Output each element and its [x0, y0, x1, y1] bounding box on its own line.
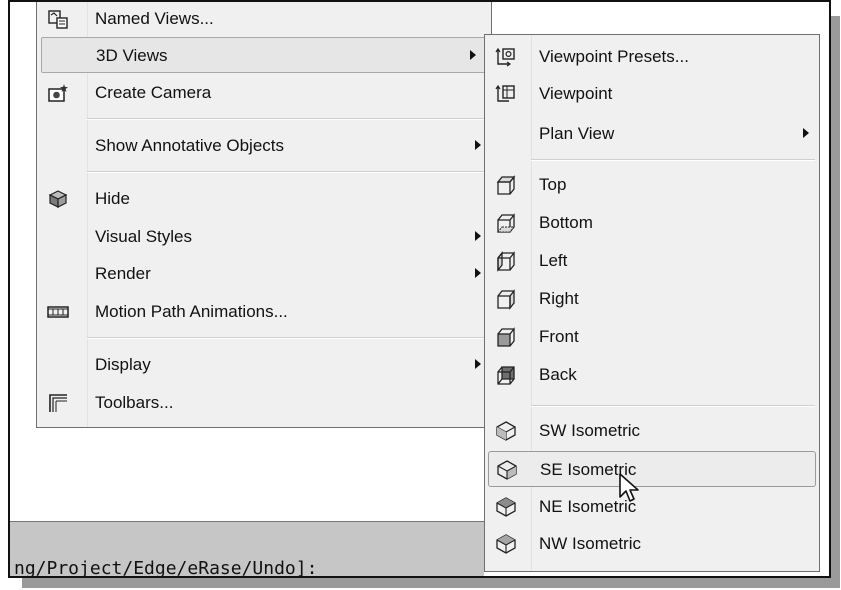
view-menu: Named Views... 3D Views Create Camera Sh… — [36, 2, 492, 428]
cube-right-icon — [497, 289, 515, 310]
menu-item-show-annotative-objects[interactable]: Show Annotative Objects — [37, 128, 491, 164]
menu-item-motion-path-animations[interactable]: Motion Path Animations... — [37, 294, 491, 330]
cube-top-icon — [496, 175, 516, 195]
menu-item-ne-isometric[interactable]: NE Isometric — [485, 489, 819, 525]
isometric-ne-icon — [496, 497, 516, 517]
submenu-arrow-icon — [475, 140, 481, 150]
menu-item-viewpoint[interactable]: Viewpoint — [485, 76, 819, 112]
isometric-sw-icon — [496, 421, 516, 441]
3d-views-submenu: Viewpoint Presets... Viewpoint Plan View… — [484, 34, 820, 572]
isometric-se-icon — [497, 460, 517, 480]
command-line-text: ng/Project/Edge/eRase/Undo]: — [14, 558, 318, 578]
submenu-arrow-icon — [470, 50, 476, 60]
submenu-arrow-icon — [475, 268, 481, 278]
camera-icon — [48, 84, 68, 102]
menu-item-label: Display — [95, 355, 151, 374]
menu-item-nw-isometric[interactable]: NW Isometric — [485, 526, 819, 562]
menu-item-visual-styles[interactable]: Visual Styles — [37, 219, 491, 255]
named-views-icon — [48, 10, 68, 29]
menu-item-label: Back — [539, 365, 577, 384]
menu-item-bottom[interactable]: Bottom — [485, 205, 819, 241]
menu-item-label: Left — [539, 251, 568, 270]
film-icon — [47, 306, 69, 318]
submenu-arrow-icon — [803, 128, 809, 138]
submenu-arrow-icon — [475, 359, 481, 369]
drawing-window: ng/Project/Edge/eRase/Undo]: Named Views… — [8, 0, 831, 578]
menu-item-plan-view[interactable]: Plan View — [485, 116, 819, 152]
menu-item-label: Toolbars... — [95, 393, 174, 412]
menu-item-named-views[interactable]: Named Views... — [37, 2, 491, 37]
menu-item-label: Right — [539, 289, 579, 308]
menu-item-label: Render — [95, 264, 151, 283]
menu-item-back[interactable]: Back — [485, 357, 819, 393]
menu-item-label: Top — [539, 175, 567, 194]
menu-item-label: Motion Path Animations... — [95, 302, 288, 321]
menu-item-label: 3D Views — [96, 46, 168, 65]
menu-item-label: Show Annotative Objects — [95, 136, 285, 155]
menu-item-sw-isometric[interactable]: SW Isometric — [485, 413, 819, 449]
hide-icon — [48, 190, 68, 208]
menu-separator — [87, 337, 487, 339]
menu-item-label: Create Camera — [95, 83, 212, 102]
isometric-nw-icon — [496, 534, 516, 554]
menu-item-viewpoint-presets[interactable]: Viewpoint Presets... — [485, 39, 819, 75]
menu-item-label: Bottom — [539, 213, 593, 232]
menu-item-left[interactable]: Left — [485, 243, 819, 279]
menu-item-top[interactable]: Top — [485, 167, 819, 203]
menu-separator — [87, 118, 487, 120]
menu-separator — [531, 405, 815, 407]
menu-item-label: Named Views... — [95, 9, 214, 28]
menu-item-label: Hide — [95, 189, 130, 208]
viewpoint-icon — [495, 84, 515, 102]
menu-item-toolbars[interactable]: Toolbars... — [37, 385, 491, 421]
menu-item-render[interactable]: Render — [37, 256, 491, 292]
menu-item-label: Front — [539, 327, 579, 346]
menu-item-display[interactable]: Display — [37, 347, 491, 383]
viewpoint-presets-icon — [495, 47, 515, 67]
menu-item-label: Viewpoint Presets... — [539, 47, 689, 66]
menu-item-front[interactable]: Front — [485, 319, 819, 355]
menu-item-right[interactable]: Right — [485, 281, 819, 317]
menu-separator — [87, 171, 487, 173]
cube-front-icon — [497, 327, 515, 347]
menu-item-label: Viewpoint — [539, 84, 613, 103]
menu-item-se-isometric[interactable]: SE Isometric — [488, 451, 816, 487]
mouse-pointer-icon — [619, 473, 639, 502]
menu-separator — [531, 159, 815, 161]
submenu-arrow-icon — [475, 231, 481, 241]
cube-bottom-icon — [496, 213, 516, 233]
menu-item-label: Plan View — [539, 124, 615, 143]
toolbars-icon — [49, 394, 67, 412]
menu-item-create-camera[interactable]: Create Camera — [37, 75, 491, 111]
menu-item-label: SW Isometric — [539, 421, 641, 440]
menu-item-3d-views[interactable]: 3D Views — [41, 37, 487, 73]
cube-back-icon — [497, 366, 515, 385]
menu-item-hide[interactable]: Hide — [37, 181, 491, 217]
cube-left-icon — [497, 251, 515, 272]
command-line[interactable]: ng/Project/Edge/eRase/Undo]: — [10, 521, 484, 578]
menu-item-label: NW Isometric — [539, 534, 641, 553]
menu-item-label: Visual Styles — [95, 227, 193, 246]
